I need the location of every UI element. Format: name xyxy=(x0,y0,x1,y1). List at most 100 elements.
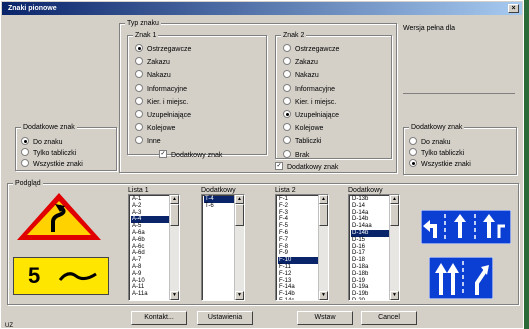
list-item[interactable]: A-6d xyxy=(131,250,169,257)
radio-option[interactable]: Kolejowe xyxy=(283,123,323,132)
list-item[interactable]: F-5 xyxy=(278,223,318,230)
list-item[interactable]: A-7 xyxy=(131,257,169,264)
list-item[interactable]: F-12 xyxy=(278,271,318,278)
list-item[interactable]: A-1 xyxy=(131,196,169,203)
list-item[interactable]: D-19a xyxy=(351,284,389,291)
scroll-up-icon[interactable]: ▲ xyxy=(235,195,244,204)
close-button[interactable]: × xyxy=(508,4,519,13)
list-item[interactable]: F-7 xyxy=(278,237,318,244)
scroll-up-icon[interactable]: ▲ xyxy=(170,195,179,204)
list-item[interactable]: D-18 xyxy=(351,257,389,264)
list-item[interactable]: A-6b xyxy=(131,237,169,244)
list-item[interactable]: A-6a xyxy=(131,230,169,237)
radio-option[interactable]: Nakazu xyxy=(283,70,319,79)
list-item[interactable]: T-4 xyxy=(204,196,234,203)
radio-option[interactable]: Ostrzegawcze xyxy=(135,44,191,53)
lista2-listbox[interactable]: F-1 F-2 F-3 F-4 F-5 F-6 F-7 F-8 F-9 F-10 F-11 F-12 F… xyxy=(275,194,329,301)
radio-option[interactable]: Zakazu xyxy=(135,57,170,66)
list-item[interactable]: D-14b xyxy=(351,229,389,237)
cancel-button[interactable]: Cancel xyxy=(361,311,417,325)
radio-option[interactable]: Wszystkie znaki xyxy=(21,159,83,168)
scroll-thumb[interactable] xyxy=(170,204,179,226)
scroll-down-icon[interactable]: ▼ xyxy=(235,291,244,300)
radio-option[interactable]: Uzupełniające xyxy=(283,110,339,119)
wstaw-button[interactable]: Wstaw xyxy=(297,311,353,325)
list-item[interactable]: A-5 xyxy=(131,223,169,230)
radio-option[interactable]: Kier. i miejsc. xyxy=(283,96,336,106)
radio-option[interactable]: Wszystkie znaki xyxy=(409,159,471,168)
scrollbar[interactable]: ▲ ▼ xyxy=(169,195,179,300)
list-item[interactable]: F-14c xyxy=(278,298,318,300)
list-item[interactable]: D-15 xyxy=(351,237,389,244)
scroll-thumb[interactable] xyxy=(319,204,328,226)
list-item[interactable]: F-3 xyxy=(278,210,318,217)
list-item[interactable]: F-14a xyxy=(278,284,318,291)
scrollbar[interactable]: ▲ ▼ xyxy=(234,195,244,300)
list-item[interactable]: A-4 xyxy=(131,216,169,224)
list-item[interactable]: D-14b xyxy=(351,216,389,223)
list-item[interactable]: F-6 xyxy=(278,230,318,237)
radio-option[interactable]: Zakazu xyxy=(283,57,318,66)
scroll-down-icon[interactable]: ▼ xyxy=(390,291,399,300)
list-item[interactable]: F-8 xyxy=(278,244,318,251)
radio-option[interactable]: Tabliczki xyxy=(283,136,321,145)
lista1-listbox[interactable]: A-1 A-2 A-3 A-4 A-5 A-6a A-6b A-6c A-6d A-7 A-8 A-9… xyxy=(128,194,180,301)
radio-option[interactable]: Kolejowe xyxy=(135,123,175,132)
list-item[interactable]: T-6 xyxy=(204,203,234,210)
list-item[interactable]: F-4 xyxy=(278,216,318,223)
scroll-thumb[interactable] xyxy=(235,204,244,226)
list-item[interactable]: F-10 xyxy=(278,257,318,264)
list-item[interactable]: A-11 xyxy=(131,284,169,291)
radio-option[interactable]: Uzupełniające xyxy=(135,110,191,119)
radio-option[interactable]: Do znaku xyxy=(21,137,63,146)
scroll-up-icon[interactable]: ▲ xyxy=(390,195,399,204)
radio-option[interactable]: Brak xyxy=(283,149,309,159)
list-item[interactable]: A-3 xyxy=(131,210,169,217)
list-item[interactable]: A-2 xyxy=(131,203,169,210)
radio-label: Inne xyxy=(147,138,161,146)
list-item[interactable]: D-17 xyxy=(351,250,389,257)
ustawienia-button[interactable]: Ustawienia xyxy=(197,311,253,325)
list-item[interactable]: F-1 xyxy=(278,196,318,203)
list-item[interactable]: A-6c xyxy=(131,244,169,251)
kontakt-button[interactable]: Kontakt... xyxy=(131,311,187,325)
list-item[interactable]: A-8 xyxy=(131,264,169,271)
scroll-thumb[interactable] xyxy=(390,204,399,226)
list-item[interactable]: A-11a xyxy=(131,291,169,298)
list-item[interactable]: D-20 xyxy=(351,298,389,300)
dodatkowy1-listbox[interactable]: T-4 T-6 ▲ ▼ xyxy=(201,194,245,301)
scroll-down-icon[interactable]: ▼ xyxy=(319,291,328,300)
radio-option[interactable]: Kier. i miejsc. xyxy=(135,96,188,106)
list-item[interactable]: D-14aa xyxy=(351,223,389,230)
radio-option[interactable]: Informacyjne xyxy=(283,83,335,93)
list-item[interactable]: D-19 xyxy=(351,278,389,285)
scroll-down-icon[interactable]: ▼ xyxy=(170,291,179,300)
list-item[interactable]: D-14 xyxy=(351,203,389,210)
list-item[interactable]: F-2 xyxy=(278,203,318,210)
list-item[interactable]: F-14b xyxy=(278,291,318,298)
radio-option[interactable]: Ostrzegawcze xyxy=(283,44,339,53)
list-item[interactable]: A-9 xyxy=(131,271,169,278)
scroll-up-icon[interactable]: ▲ xyxy=(319,195,328,204)
list-item[interactable]: D-18a xyxy=(351,264,389,271)
radio-option[interactable]: Tylko tabliczki xyxy=(409,148,464,157)
list-item[interactable]: D-13b xyxy=(351,196,389,203)
list-item[interactable]: F-11 xyxy=(278,264,318,271)
list-item[interactable]: D-16 xyxy=(351,244,389,251)
dodatkowy2-listbox[interactable]: D-13b D-14 D-14a D-14b D-14aa D-14b D-15 D-16 D-… xyxy=(348,194,400,301)
list-item[interactable]: F-9 xyxy=(278,250,318,257)
radio-option[interactable]: Do znaku xyxy=(409,137,451,146)
scrollbar[interactable]: ▲ ▼ xyxy=(318,195,328,300)
list-item[interactable]: D-18b xyxy=(351,271,389,278)
list-item[interactable]: A-10 xyxy=(131,278,169,285)
list-item[interactable]: D-14a xyxy=(351,210,389,217)
list-item[interactable]: F-13 xyxy=(278,278,318,285)
radio-option[interactable]: Nakazu xyxy=(135,70,171,79)
znak1-dodatkowy-checkbox[interactable]: ✓ Dodatkowy znak xyxy=(159,150,222,159)
radio-option[interactable]: Informacyjne xyxy=(135,83,187,93)
radio-option[interactable]: Tylko tabliczki xyxy=(21,148,76,157)
znak2-dodatkowy-checkbox[interactable]: ✓ Dodatkowy znak xyxy=(275,162,338,171)
radio-option[interactable]: Inne xyxy=(135,136,161,146)
scrollbar[interactable]: ▲ ▼ xyxy=(389,195,399,300)
list-item[interactable]: D-19b xyxy=(351,291,389,298)
